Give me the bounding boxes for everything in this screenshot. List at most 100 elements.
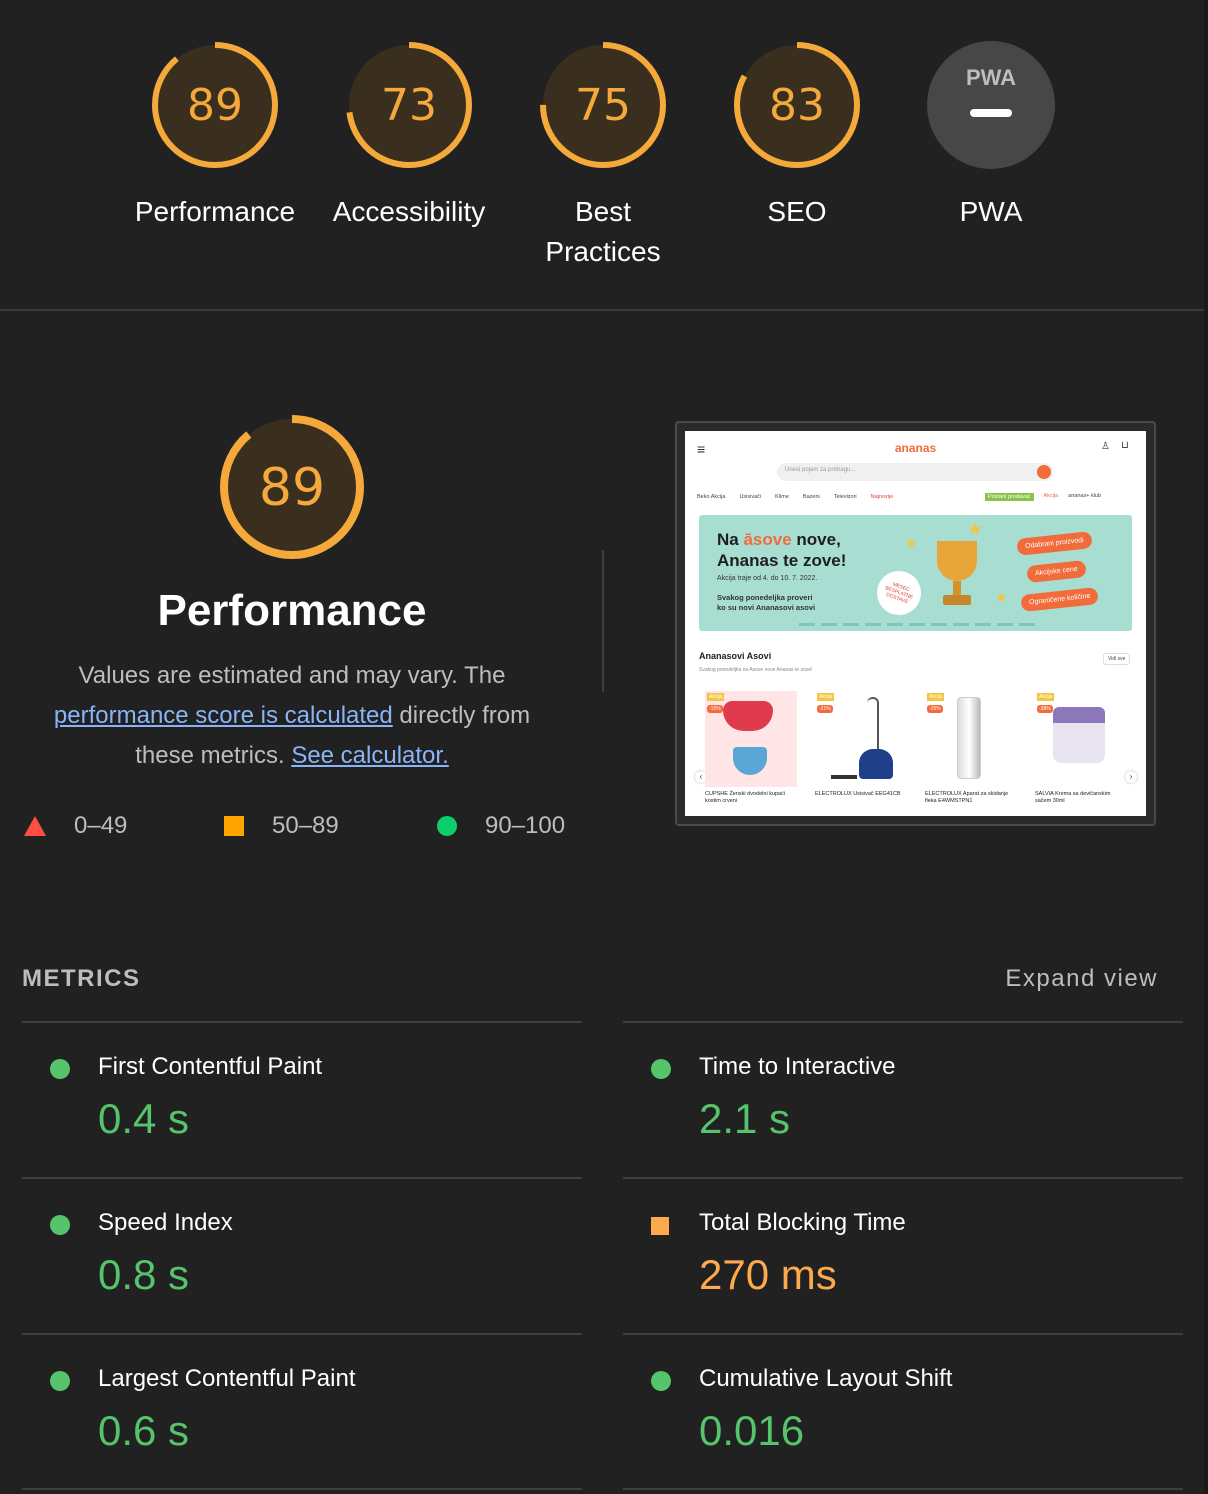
stain-remover-icon bbox=[957, 697, 981, 779]
divider bbox=[602, 550, 604, 692]
vacuum-nozzle-icon bbox=[831, 775, 857, 779]
user-icon: ♙ bbox=[1101, 441, 1110, 452]
gauge-label: PWA bbox=[959, 196, 1023, 227]
legend-pass: 90–100 bbox=[437, 812, 565, 840]
nav-item: Klime bbox=[775, 494, 789, 500]
legend-range: 90–100 bbox=[485, 812, 566, 839]
banner-pill: Odabrani proizvodi bbox=[1016, 531, 1093, 556]
metric-name: Cumulative Layout Shift bbox=[699, 1365, 953, 1392]
expand-view-toggle[interactable]: Expand view bbox=[1005, 965, 1158, 993]
pass-circle-icon bbox=[50, 1059, 70, 1079]
product-name: ELECTROLUX Usisivač EEG41CB bbox=[815, 791, 901, 797]
metric-value: 270 ms bbox=[699, 1251, 837, 1298]
scores-header: 89 Performance 73 Accessibility 75 Best … bbox=[0, 0, 1208, 311]
metric-value: 0.016 bbox=[699, 1407, 805, 1454]
product-discount: -15% bbox=[707, 705, 723, 713]
section-title: Ananasovi Asovi bbox=[699, 651, 772, 661]
fail-triangle-icon bbox=[24, 816, 46, 836]
scrollbar-track[interactable] bbox=[1204, 0, 1208, 1494]
promo-banner: Na āsove nove, Ananas te zove! Akcija tr… bbox=[699, 515, 1132, 631]
star-icon: ★ bbox=[967, 519, 984, 539]
gauge-score: 75 bbox=[575, 80, 631, 131]
see-calculator-link[interactable]: See calculator. bbox=[291, 742, 448, 769]
carousel-dots bbox=[799, 623, 1039, 626]
star-icon: ★ bbox=[905, 535, 918, 551]
product-tag: Akcija bbox=[1037, 693, 1055, 701]
gauge-ring: 89 bbox=[152, 42, 278, 168]
product-discount: -21% bbox=[817, 705, 833, 713]
gauge-pwa[interactable]: PWA PWA bbox=[896, 40, 1086, 232]
banner-note: Svakog ponedeljka proveri ko su novi Ana… bbox=[717, 593, 815, 613]
product-card: Akcija -15% CUPSHE Ženski dvodelni kupać… bbox=[701, 687, 801, 816]
pass-circle-icon bbox=[50, 1215, 70, 1235]
banner-badge: MESEC BESPLATNE DOSTAVE bbox=[870, 564, 928, 622]
metrics-heading: METRICS bbox=[22, 965, 141, 992]
nav-item: Televizori bbox=[833, 494, 857, 500]
banner-title-part: nove, bbox=[791, 530, 841, 549]
nav-item: Usisivači bbox=[739, 494, 762, 500]
final-screenshot[interactable]: ≡ ananas ♙ ⊔ Unesi pojam za pretragu... … bbox=[675, 421, 1156, 826]
banner-pill: Ograničene količine bbox=[1020, 586, 1100, 613]
banner-sub: Akcija traje od 4. do 10. 7. 2022. bbox=[717, 575, 818, 582]
product-name: SALVIA Krema sa devičanskim sačem 30ml bbox=[1035, 791, 1111, 804]
banner-title-accent: āsove bbox=[743, 530, 792, 549]
metric-value: 0.8 s bbox=[98, 1251, 190, 1298]
gauge-ring: 83 bbox=[734, 42, 860, 168]
product-discount: -25% bbox=[927, 705, 943, 713]
pwa-logo-icon: PWA bbox=[966, 65, 1016, 90]
metric-tbt: Total Blocking Time 270 ms bbox=[623, 1177, 1183, 1335]
product-discount: -38% bbox=[1037, 705, 1053, 713]
metric-name: Time to Interactive bbox=[699, 1053, 896, 1080]
product-tag: Akcija bbox=[707, 693, 725, 701]
gauge-best-practices[interactable]: 75 Best Practices bbox=[508, 40, 698, 272]
nav-item: ananas+ klub bbox=[1068, 493, 1102, 499]
legend-range: 0–49 bbox=[74, 812, 128, 839]
metric-name: Total Blocking Time bbox=[699, 1209, 906, 1236]
metric-fcp: First Contentful Paint 0.4 s bbox=[22, 1021, 582, 1179]
gauge-label: Accessibility bbox=[332, 196, 486, 227]
banner-note-line: Svakog ponedeljka proveri bbox=[717, 593, 813, 602]
product-tag: Akcija bbox=[817, 693, 835, 701]
product-tag: Akcija bbox=[927, 693, 945, 701]
metric-tti: Time to Interactive 2.1 s bbox=[623, 1021, 1183, 1179]
product-card: Akcija -21% ELECTROLUX Usisivač EEG41CB bbox=[811, 687, 911, 816]
score-calculated-link[interactable]: performance score is calculated bbox=[54, 702, 393, 729]
pass-circle-icon bbox=[651, 1059, 671, 1079]
metric-name: Largest Contentful Paint bbox=[98, 1365, 356, 1392]
banner-title-line2: Ananas te zove! bbox=[717, 551, 847, 570]
site-nav-right: Postani prodavac Akcija ananas+ klub bbox=[985, 493, 1101, 501]
product-name: CUPSHE Ženski dvodelni kupaći kostim crv… bbox=[705, 791, 786, 804]
pwa-badge: PWA bbox=[927, 41, 1055, 169]
product-card: Akcija -38% SALVIA Krema sa devičanskim … bbox=[1031, 687, 1131, 816]
trophy-icon bbox=[927, 541, 987, 611]
performance-title: Performance bbox=[157, 586, 427, 635]
product-name: ELECTROLUX Aparat za skidanje fleka E4WM… bbox=[925, 791, 1009, 804]
search-icon bbox=[1037, 465, 1051, 479]
nav-item: Bazeni bbox=[802, 494, 820, 500]
dash-icon bbox=[970, 109, 1012, 117]
gauge-ring: 75 bbox=[540, 42, 666, 168]
metric-value: 0.6 s bbox=[98, 1407, 190, 1454]
legend-average: 50–89 bbox=[224, 812, 339, 840]
gauge-seo[interactable]: 83 SEO bbox=[702, 40, 892, 232]
metric-lcp: Largest Contentful Paint 0.6 s bbox=[22, 1333, 582, 1491]
site-nav: Beko Akcija Usisivači Klime Bazeni Telev… bbox=[697, 494, 893, 500]
gauge-label: Performance bbox=[134, 196, 296, 227]
see-all-button: Vidi sve bbox=[1103, 653, 1131, 665]
metric-name: Speed Index bbox=[98, 1209, 233, 1236]
gauge-performance[interactable]: 89 Performance bbox=[120, 40, 310, 232]
nav-item: Beko Akcija bbox=[697, 494, 726, 500]
search-placeholder: Unesi pojam za pretragu... bbox=[785, 467, 856, 473]
performance-score: 89 bbox=[259, 458, 325, 518]
gauge-score: 73 bbox=[381, 80, 437, 131]
banner-title-part: Na bbox=[717, 530, 744, 549]
gauge-accessibility[interactable]: 73 Accessibility bbox=[314, 40, 504, 232]
metric-name: First Contentful Paint bbox=[98, 1053, 323, 1080]
performance-main-gauge: 89 bbox=[220, 415, 364, 559]
nav-item: Najnovije bbox=[870, 494, 894, 500]
pass-circle-icon bbox=[651, 1371, 671, 1391]
average-square-icon bbox=[224, 816, 244, 836]
banner-title: Na āsove nove, Ananas te zove! bbox=[717, 529, 846, 571]
legend-fail: 0–49 bbox=[24, 812, 127, 840]
gauge-score: 83 bbox=[769, 80, 825, 131]
